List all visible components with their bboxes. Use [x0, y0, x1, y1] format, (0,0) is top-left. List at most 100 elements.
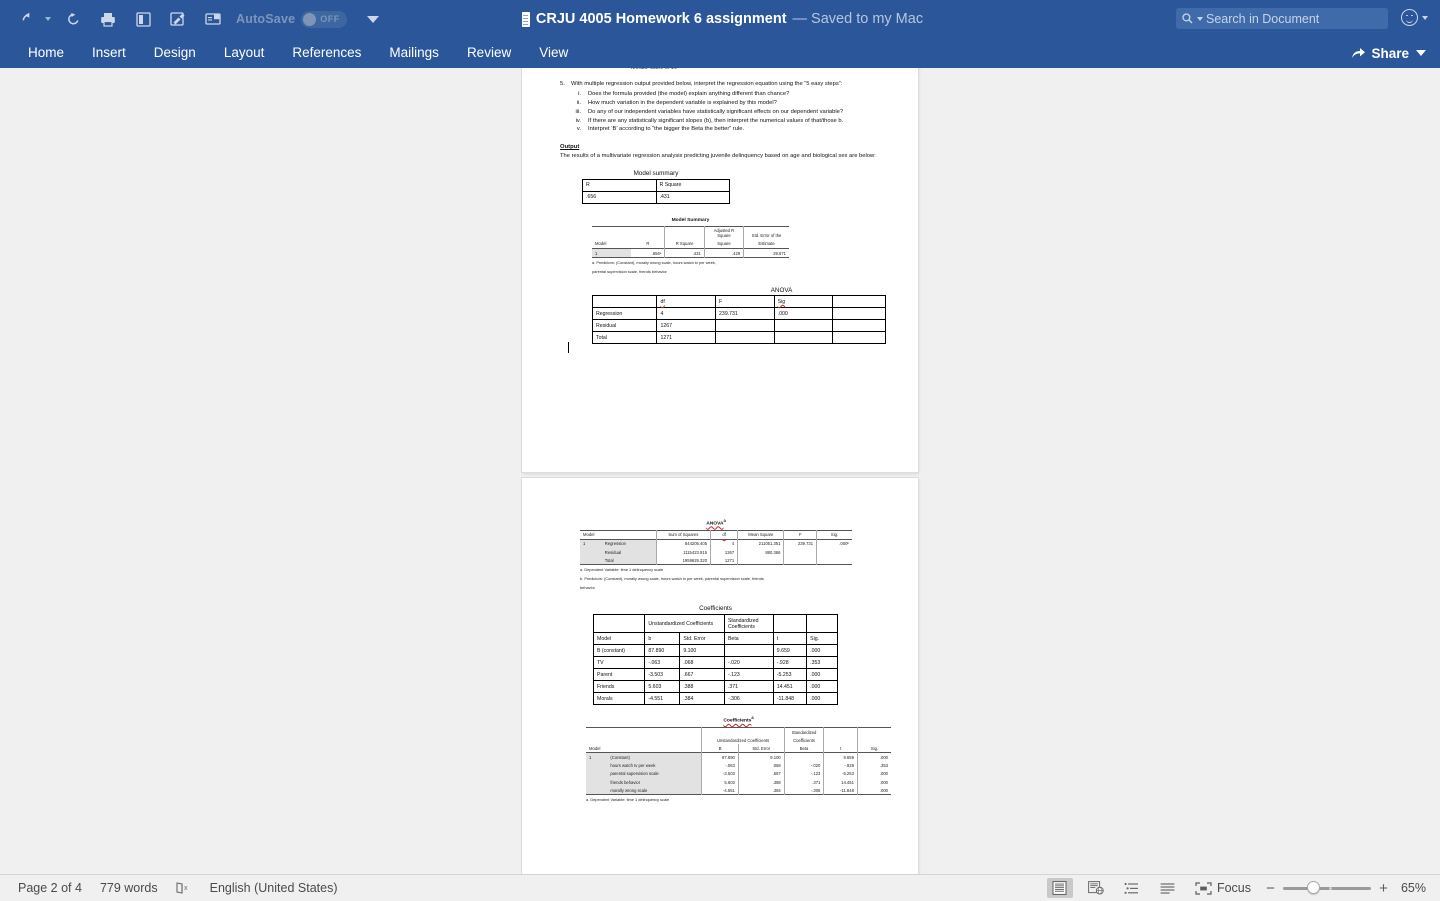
tab-home[interactable]: Home — [14, 38, 78, 68]
cell: .371 — [784, 778, 824, 786]
autosave-toggle[interactable]: AutoSave OFF — [236, 11, 347, 28]
cell — [580, 548, 602, 556]
ribbon-tab-bar: Home Insert Design Layout References Mai… — [0, 38, 1440, 68]
cell: 4 — [711, 539, 738, 548]
help-button[interactable] — [1401, 9, 1428, 26]
document-page-1[interactable]: Friends: 7 friends Morals: score of 16 5… — [522, 68, 918, 472]
zoom-control[interactable]: − + 65% — [1265, 881, 1426, 896]
cell: 239.731 — [716, 308, 775, 320]
zoom-in-button[interactable]: + — [1378, 881, 1389, 896]
subitem-text: How much variation in the dependent vari… — [588, 99, 890, 108]
zoom-slider-midpoint — [1329, 887, 1332, 890]
model-summary-note: a. Predictors: (Constant), morally wrong… — [592, 260, 789, 267]
zoom-level[interactable]: 65% — [1396, 881, 1426, 895]
cell: 1115423.915 — [656, 548, 710, 556]
cell: -3.503 — [702, 770, 738, 778]
list-item: Morals: score of 16 — [622, 68, 890, 73]
tab-design[interactable]: Design — [140, 38, 210, 68]
output-heading: Output — [560, 144, 890, 150]
focus-button[interactable]: Focus — [1195, 881, 1251, 895]
zoom-out-button[interactable]: − — [1265, 881, 1276, 896]
col-header: Model — [580, 530, 602, 539]
share-button[interactable]: Share — [1351, 38, 1426, 68]
web-layout-view-button[interactable] — [1083, 878, 1109, 898]
table-row: Total 1959629.320 1271 — [580, 556, 852, 565]
search-scope-caret-icon[interactable] — [1197, 17, 1203, 21]
cell: -5.253 — [824, 770, 858, 778]
group-header: Unstandardized Coefficients — [645, 615, 725, 633]
tab-references[interactable]: References — [278, 38, 375, 68]
ribbon-tabs: Home Insert Design Layout References Mai… — [0, 38, 582, 68]
draft-view-button[interactable] — [1155, 878, 1181, 898]
zoom-slider[interactable] — [1283, 881, 1371, 895]
help-dropdown-caret-icon[interactable] — [1422, 16, 1428, 20]
document-title[interactable]: CRJU 4005 Homework 6 assignment — [536, 11, 787, 27]
language-indicator[interactable]: English (United States) — [210, 881, 338, 895]
text-cursor — [568, 342, 569, 353]
redo-icon[interactable] — [60, 7, 86, 31]
markup-icon[interactable] — [165, 7, 191, 31]
cell: -.928 — [824, 762, 858, 770]
question-text: With multiple regression output provided… — [571, 80, 890, 89]
tab-mailings[interactable]: Mailings — [375, 38, 453, 68]
cell: .000 — [774, 308, 833, 320]
customize-quick-access-caret-icon[interactable] — [367, 16, 379, 23]
cell — [784, 753, 824, 762]
word-count[interactable]: 779 words — [100, 881, 158, 895]
print-icon[interactable] — [95, 7, 121, 31]
anova-simple-caption: ANOVA — [677, 287, 886, 294]
autosave-switch[interactable]: OFF — [301, 11, 347, 28]
cell — [716, 332, 775, 344]
table-row: Residual 1115423.915 1267 880.366 — [580, 548, 852, 556]
tab-review[interactable]: Review — [453, 38, 525, 68]
print-layout-view-button[interactable] — [1047, 878, 1073, 898]
table-row: 1 .656ᵃ .431 .429 29.671 — [592, 248, 789, 257]
share-caret-icon[interactable] — [1416, 50, 1426, 56]
print-layout-icon[interactable] — [130, 7, 156, 31]
coefficients-spss-block: Coefficientsa Standardized Unstandardize… — [586, 715, 891, 804]
col-header: F — [784, 530, 817, 539]
table-row: Unstandardized Coefficients Standardized… — [594, 615, 838, 633]
cell: 87.890 — [702, 753, 738, 762]
col-header: Sig. — [807, 633, 838, 645]
zoom-slider-handle[interactable] — [1307, 881, 1320, 894]
cell: -4.551 — [702, 786, 738, 795]
page-indicator[interactable]: Page 2 of 4 — [18, 881, 82, 895]
cell: .000ᵇ — [817, 539, 852, 548]
proofing-errors-icon[interactable]: x — [176, 881, 192, 895]
cell — [807, 615, 838, 633]
cell: .000 — [807, 645, 838, 657]
col-header: df — [657, 296, 716, 308]
cell: Regression — [602, 539, 656, 548]
col-header: Square — [704, 240, 743, 249]
tab-insert[interactable]: Insert — [78, 38, 140, 68]
col-header: Sig. — [817, 530, 852, 539]
undo-dropdown-caret-icon[interactable] — [45, 17, 51, 21]
outline-view-button[interactable] — [1119, 878, 1145, 898]
table-row: TV -.063 .068 -.020 -.928 .353 — [594, 657, 838, 669]
document-canvas[interactable]: Friends: 7 friends Morals: score of 16 5… — [0, 68, 1440, 874]
tab-view[interactable]: View — [525, 38, 582, 68]
undo-icon[interactable] — [16, 7, 42, 31]
print-layout-view-icon — [1052, 881, 1067, 895]
cell: 239.731 — [784, 539, 817, 548]
cell: 9.100 — [738, 753, 784, 762]
cell: -.123 — [784, 770, 824, 778]
document-page-2[interactable]: ANOVAa Model Sum of Squares df Mean Squa… — [522, 478, 918, 874]
table-row: parental supervision scale -3.503 .667 -… — [586, 770, 891, 778]
anova-simple-block: ANOVA df F Sig Regression 4 239.731 .000 — [592, 287, 886, 344]
autosave-label: AutoSave — [236, 12, 295, 26]
cell: -3.503 — [645, 669, 680, 681]
anova-note: b. Predictors: (Constant), morally wrong… — [580, 576, 852, 583]
search-input[interactable]: Search in Document — [1176, 8, 1388, 29]
tab-layout[interactable]: Layout — [210, 38, 279, 68]
cell: .656ᵃ — [631, 248, 664, 257]
table-row: Total 1271 — [593, 332, 886, 344]
new-comment-icon[interactable] — [200, 7, 226, 31]
subitem-v: v. Interpret ‘B’ according to “the bigge… — [571, 125, 890, 134]
col-header: Adjusted R Square — [704, 226, 743, 240]
question-number: 5. — [560, 80, 571, 134]
cell: .000 — [857, 770, 891, 778]
col-header: F — [716, 296, 775, 308]
cell: 14.451 — [824, 778, 858, 786]
